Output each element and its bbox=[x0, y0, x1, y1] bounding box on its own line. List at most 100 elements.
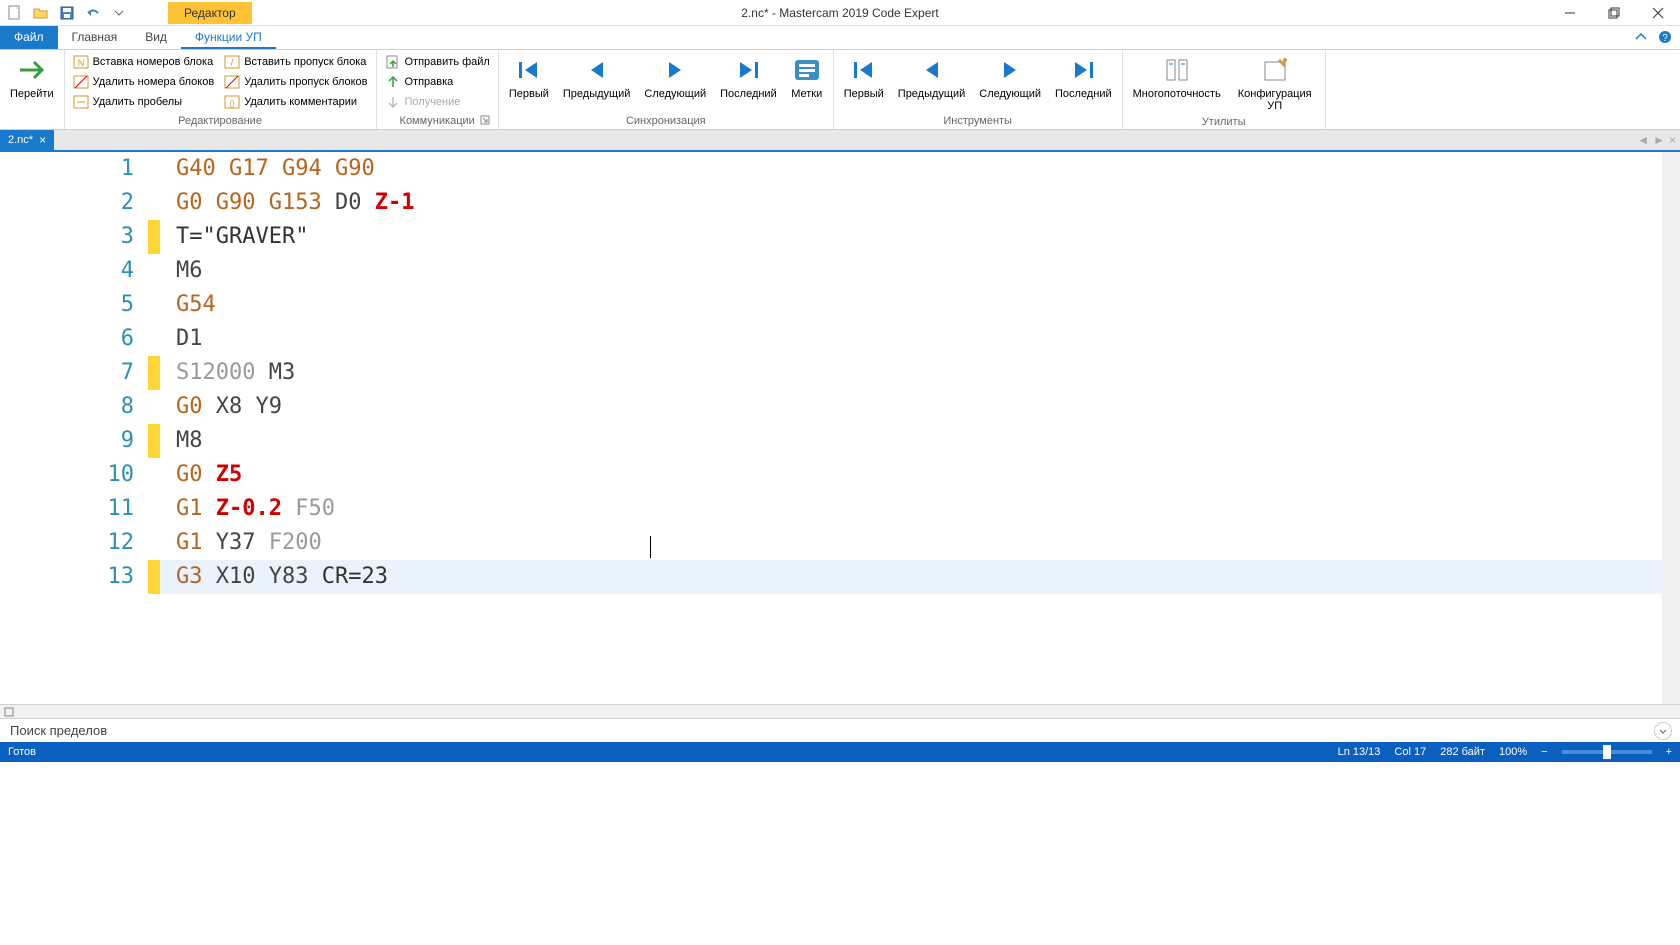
code-line[interactable]: G3 X10 Y83 CR=23 bbox=[160, 560, 1662, 594]
tool-next-button[interactable]: Следующий bbox=[973, 52, 1047, 102]
line-number-gutter: 12345678910111213 bbox=[0, 152, 148, 704]
group-label-tools: Инструменты bbox=[838, 113, 1118, 129]
document-tab-label: 2.nc* bbox=[8, 134, 33, 146]
svg-text:?: ? bbox=[1662, 33, 1668, 44]
minimize-button[interactable] bbox=[1548, 0, 1592, 26]
code-line[interactable]: D1 bbox=[160, 322, 1662, 356]
code-line[interactable]: G0 G90 G153 D0 Z-1 bbox=[160, 186, 1662, 220]
next-icon bbox=[659, 54, 691, 86]
document-tab-bar: 2.nc* × ◄ ► × bbox=[0, 130, 1680, 152]
status-bar: Готов Ln 13/13 Col 17 282 байт 100% − + bbox=[0, 742, 1680, 762]
tab-nav-left-icon[interactable]: ◄ bbox=[1637, 133, 1649, 147]
status-col: Col 17 bbox=[1394, 746, 1426, 758]
editor-context-tab: Редактор bbox=[168, 2, 252, 24]
insert-block-skip-button[interactable]: /Вставить пропуск блока bbox=[220, 52, 371, 72]
code-line[interactable]: T="GRAVER" bbox=[160, 220, 1662, 254]
remove-spaces-icon bbox=[73, 94, 89, 110]
multithread-button[interactable]: Многопоточность bbox=[1127, 52, 1227, 102]
collapse-ribbon-icon[interactable] bbox=[1632, 28, 1650, 46]
help-icon[interactable]: ? bbox=[1656, 28, 1674, 46]
open-file-icon[interactable] bbox=[32, 4, 50, 22]
send-button[interactable]: Отправка bbox=[381, 72, 494, 92]
zoom-thumb[interactable] bbox=[1603, 745, 1611, 759]
tab-nc-functions[interactable]: Функции УП bbox=[181, 26, 276, 49]
group-label-sync: Синхронизация bbox=[503, 113, 829, 129]
qat-dropdown-icon[interactable] bbox=[110, 4, 128, 22]
marks-button[interactable]: Метки bbox=[785, 52, 829, 102]
marks-icon bbox=[791, 54, 823, 86]
tool-first-button[interactable]: Первый bbox=[838, 52, 890, 102]
comm-dialog-launcher[interactable] bbox=[480, 115, 492, 127]
block-skip-icon: / bbox=[224, 54, 240, 70]
tab-home[interactable]: Главная bbox=[58, 26, 132, 49]
tab-file[interactable]: Файл bbox=[0, 26, 58, 49]
receive-button: Получение bbox=[381, 92, 494, 112]
tab-nav-close-icon[interactable]: × bbox=[1669, 133, 1676, 147]
window-title: 2.nc* - Mastercam 2019 Code Expert bbox=[741, 6, 938, 20]
send-file-button[interactable]: Отправить файл bbox=[381, 52, 494, 72]
collapse-panel-icon[interactable] bbox=[1654, 722, 1672, 740]
first-icon bbox=[848, 54, 880, 86]
remove-spaces-button[interactable]: Удалить пробелы bbox=[69, 92, 219, 112]
text-cursor bbox=[650, 536, 651, 558]
vertical-scrollbar[interactable] bbox=[1662, 152, 1680, 704]
config-button[interactable]: Конфигурация УП bbox=[1229, 52, 1321, 114]
send-file-icon bbox=[385, 54, 401, 70]
goto-icon bbox=[16, 54, 48, 86]
status-ready: Готов bbox=[8, 746, 36, 758]
code-line[interactable]: G0 X8 Y9 bbox=[160, 390, 1662, 424]
zoom-slider[interactable] bbox=[1562, 750, 1652, 754]
first-icon bbox=[513, 54, 545, 86]
insert-block-numbers-button[interactable]: NВставка номеров блока bbox=[69, 52, 219, 72]
document-tab[interactable]: 2.nc* × bbox=[0, 130, 54, 150]
code-area[interactable]: G40 G17 G94 G90G0 G90 G153 D0 Z-1T="GRAV… bbox=[160, 152, 1662, 704]
zoom-out-icon[interactable]: − bbox=[1541, 746, 1547, 758]
goto-button[interactable]: Перейти bbox=[4, 52, 60, 102]
code-line[interactable]: G1 Y37 F200 bbox=[160, 526, 1662, 560]
code-line[interactable]: M6 bbox=[160, 254, 1662, 288]
next-icon bbox=[994, 54, 1026, 86]
tab-view[interactable]: Вид bbox=[131, 26, 181, 49]
remove-numbers-icon bbox=[73, 74, 89, 90]
svg-text:(): () bbox=[230, 99, 236, 108]
new-file-icon[interactable] bbox=[6, 4, 24, 22]
prev-icon bbox=[581, 54, 613, 86]
remove-block-skip-button[interactable]: Удалить пропуск блоков bbox=[220, 72, 371, 92]
undo-icon[interactable] bbox=[84, 4, 102, 22]
group-label-edit: Редактирование bbox=[69, 113, 372, 129]
tool-prev-button[interactable]: Предыдущий bbox=[892, 52, 971, 102]
code-editor[interactable]: 12345678910111213 G40 G17 G94 G90G0 G90 … bbox=[0, 152, 1680, 704]
code-line[interactable]: M8 bbox=[160, 424, 1662, 458]
multithread-icon bbox=[1161, 54, 1193, 86]
sync-next-button[interactable]: Следующий bbox=[638, 52, 712, 102]
remove-comments-button[interactable]: ()Удалить комментарии bbox=[220, 92, 371, 112]
code-line[interactable]: G54 bbox=[160, 288, 1662, 322]
sync-first-button[interactable]: Первый bbox=[503, 52, 555, 102]
maximize-button[interactable] bbox=[1592, 0, 1636, 26]
panel-toggle-icon[interactable] bbox=[4, 707, 14, 717]
tab-nav-right-icon[interactable]: ► bbox=[1653, 133, 1665, 147]
receive-icon bbox=[385, 94, 401, 110]
group-label-util: Утилиты bbox=[1127, 114, 1321, 130]
config-icon bbox=[1259, 54, 1291, 86]
sync-prev-button[interactable]: Предыдущий bbox=[557, 52, 636, 102]
remove-block-numbers-button[interactable]: Удалить номера блоков bbox=[69, 72, 219, 92]
remove-skip-icon bbox=[224, 74, 240, 90]
search-panel-label: Поиск пределов bbox=[10, 723, 107, 738]
code-line[interactable]: S12000 M3 bbox=[160, 356, 1662, 390]
status-zoom: 100% bbox=[1499, 746, 1527, 758]
save-icon[interactable] bbox=[58, 4, 76, 22]
code-line[interactable]: G40 G17 G94 G90 bbox=[160, 152, 1662, 186]
close-tab-icon[interactable]: × bbox=[39, 133, 46, 147]
prev-icon bbox=[916, 54, 948, 86]
close-button[interactable] bbox=[1636, 0, 1680, 26]
status-bytes: 282 байт bbox=[1440, 746, 1485, 758]
tool-last-button[interactable]: Последний bbox=[1049, 52, 1118, 102]
zoom-in-icon[interactable]: + bbox=[1666, 746, 1672, 758]
title-bar: Редактор 2.nc* - Mastercam 2019 Code Exp… bbox=[0, 0, 1680, 26]
code-line[interactable]: G1 Z-0.2 F50 bbox=[160, 492, 1662, 526]
sync-last-button[interactable]: Последний bbox=[714, 52, 783, 102]
code-line[interactable]: G0 Z5 bbox=[160, 458, 1662, 492]
ribbon: Перейти NВставка номеров блока Удалить н… bbox=[0, 50, 1680, 130]
send-icon bbox=[385, 74, 401, 90]
